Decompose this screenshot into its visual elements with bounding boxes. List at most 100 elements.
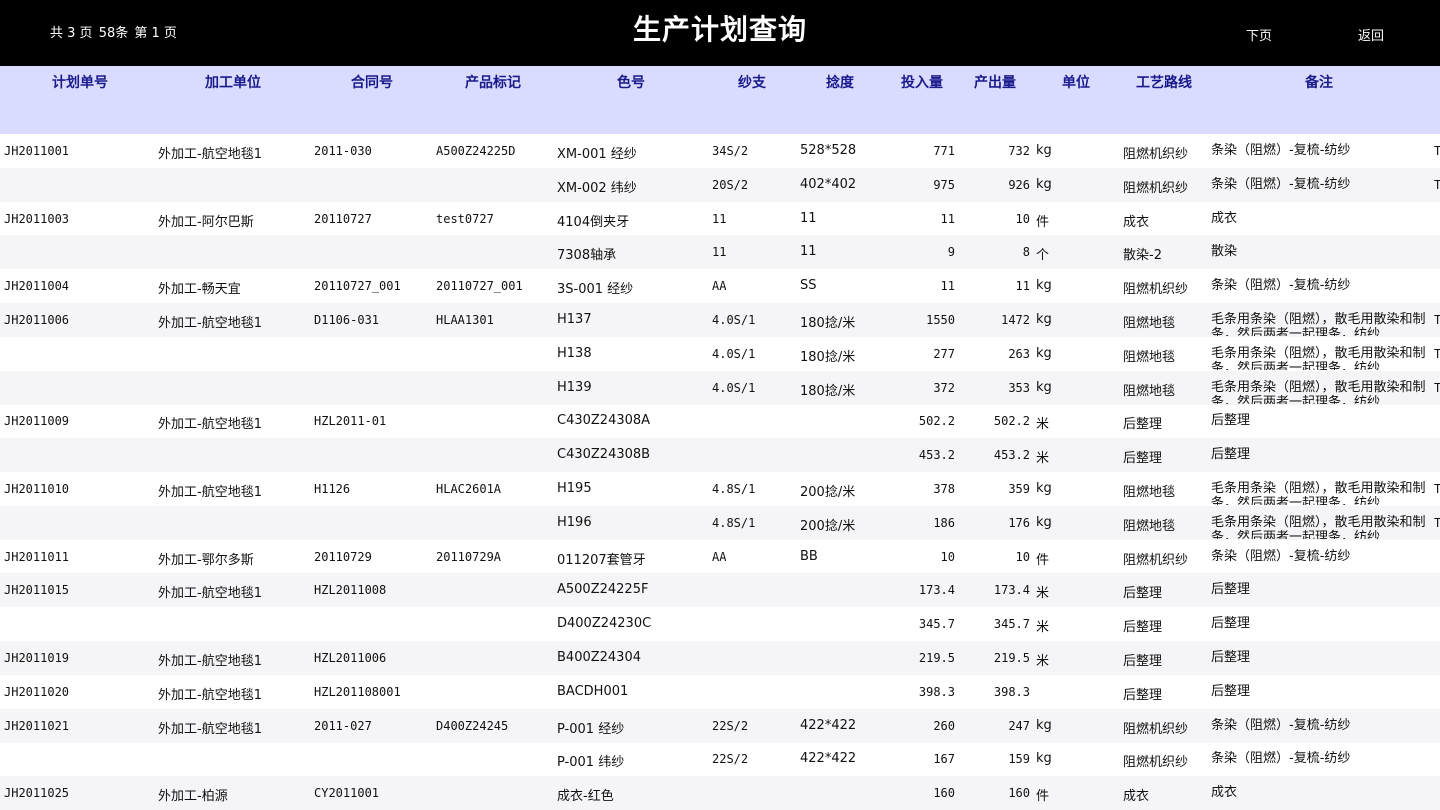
table-row[interactable]: JH2011021 外加工-航空地毯1 2011-027 D400Z24245 P-00… [0, 708, 1440, 743]
cell-color: C430Z24308A [557, 413, 651, 429]
cell-route: 阻燃地毯 [1123, 316, 1176, 331]
column-header-unit[interactable]: 加工单位 [205, 72, 261, 92]
cell-input: 11 [940, 279, 955, 294]
cell-product-mark: HLAC2601A [436, 482, 502, 496]
cell-color: P-001 纬纱 [557, 755, 625, 771]
column-header-input[interactable]: 投入量 [901, 72, 943, 92]
cell-output: 1472 [1001, 313, 1030, 327]
table-body: JH2011001 外加工-航空地毯1 2011-030 A500Z24225D XM-… [0, 134, 1440, 810]
cell-route: 阻燃地毯 [1123, 349, 1176, 365]
cell-remark: 条染（阻燃）-复梳-纺纱 [1211, 751, 1351, 767]
back-button[interactable]: 返回 [1358, 25, 1384, 44]
table-header: 计划单号 加工单位 合同号 产品标记 色号 纱支 捻度 投入量 产出量 单位 工… [0, 66, 1440, 134]
cell-color: H138 [557, 345, 592, 361]
cell-plan-no: JH2011006 [4, 313, 70, 327]
table-row[interactable]: H139 4.0S/1 180捻/米 372 353 kg 阻燃地毯 毛条用条染（阻燃），散毛… [0, 370, 1440, 405]
column-header-remark[interactable]: 备注 [1305, 72, 1333, 92]
cell-input: 10 [940, 549, 955, 564]
cell-color: H139 [557, 379, 592, 395]
cell-contract: H1126 [314, 482, 351, 496]
table-row[interactable]: H138 4.0S/1 180捻/米 277 263 kg 阻燃地毯 毛条用条染（阻燃），散毛… [0, 337, 1440, 371]
cell-uom: kg [1036, 717, 1052, 733]
cell-overflow-column: T [1434, 346, 1440, 361]
column-header-twist[interactable]: 捻度 [826, 72, 854, 92]
next-page-button[interactable]: 下页 [1246, 25, 1272, 44]
table-row[interactable]: XM-002 纬纱 20S/2 402*402 975 926 kg 阻燃机织纱 条染（阻燃）… [0, 167, 1440, 202]
cell-color: A500Z24225F [557, 582, 649, 598]
cell-remark: 条染（阻燃）-复梳-纺纱 [1211, 143, 1351, 158]
cell-yarn-count: 22S/2 [712, 752, 749, 767]
cell-input: 378 [933, 482, 955, 496]
table-row[interactable]: C430Z24308B 453.2 453.2 米 后整理 后整理 [0, 438, 1440, 473]
cell-overflow-column: T [1434, 515, 1440, 530]
table-row[interactable]: JH2011009 外加工-航空地毯1 HZL2011-01 C430Z24308A 5… [0, 404, 1440, 438]
column-header-product-mark[interactable]: 产品标记 [465, 72, 521, 92]
column-header-uom[interactable]: 单位 [1062, 72, 1090, 92]
table-row[interactable]: H196 4.8S/1 200捻/米 186 176 kg 阻燃地毯 毛条用条染（阻燃），散毛… [0, 505, 1440, 540]
cell-remark: 毛条用条染（阻燃），散毛用散染和制条，然后两者一起理条，纺纱 [1211, 379, 1426, 404]
table-row[interactable]: JH2011004 外加工-畅天宜 20110727_001 20110727_001… [0, 269, 1440, 303]
cell-remark: 条染（阻燃）-复梳-纺纱 [1211, 717, 1351, 733]
cell-input: 260 [933, 718, 955, 733]
cell-contract: 20110729 [314, 549, 372, 564]
cell-output: 359 [1008, 482, 1030, 496]
column-header-plan-no[interactable]: 计划单号 [52, 72, 108, 92]
cell-output: 8 [1022, 245, 1030, 260]
table-row[interactable]: JH2011001 外加工-航空地毯1 2011-030 A500Z24225D XM-… [0, 134, 1440, 168]
cell-product-mark: D400Z24245 [436, 718, 509, 733]
column-header-output[interactable]: 产出量 [974, 72, 1016, 92]
cell-twist: 422*422 [800, 717, 857, 733]
table-row[interactable]: D400Z24230C 345.7 345.7 米 后整理 后整理 [0, 607, 1440, 641]
table-row[interactable]: 7308轴承 11 11 9 8 个 散染-2 散染 [0, 235, 1440, 270]
cell-product-mark: HLAA1301 [436, 313, 494, 327]
column-header-contract[interactable]: 合同号 [351, 72, 393, 92]
cell-plan-no: JH2011001 [4, 144, 70, 158]
cell-unit: 外加工-航空地毯1 [158, 654, 262, 669]
cell-remark: 后整理 [1211, 650, 1251, 665]
cell-contract: CY2011001 [314, 786, 380, 801]
cell-uom: kg [1036, 312, 1052, 327]
cell-color: C430Z24308B [557, 447, 651, 463]
cell-input: 167 [933, 752, 955, 767]
cell-yarn-count: 20S/2 [712, 177, 749, 192]
table-row[interactable]: JH2011010 外加工-航空地毯1 H1126 HLAC2601A H195 4.8S… [0, 472, 1440, 506]
cell-twist: 180捻/米 [800, 316, 856, 331]
cell-color: 011207套管牙 [557, 552, 646, 568]
cell-uom: kg [1036, 481, 1052, 496]
column-header-route[interactable]: 工艺路线 [1136, 72, 1192, 92]
cell-route: 阻燃机织纱 [1123, 180, 1189, 196]
column-header-yarn-count[interactable]: 纱支 [738, 72, 766, 92]
cell-output: 247 [1008, 718, 1030, 733]
cell-color: 成衣-红色 [557, 789, 614, 805]
table-row[interactable]: JH2011020 外加工-航空地毯1 HZL201108001 BACDH001 39… [0, 675, 1440, 709]
cell-overflow-column: T [1434, 380, 1440, 395]
cell-remark: 散染 [1211, 244, 1238, 260]
table-row[interactable]: JH2011003 外加工-阿尔巴斯 20110727 test0727 4104倒夹牙… [0, 202, 1440, 236]
column-header-color[interactable]: 色号 [617, 72, 645, 92]
cell-yarn-count: 4.0S/1 [712, 313, 756, 327]
cell-contract: HZL2011-01 [314, 414, 387, 429]
cell-twist: 528*528 [800, 143, 857, 158]
cell-remark: 后整理 [1211, 413, 1251, 429]
cell-plan-no: JH2011020 [4, 684, 70, 699]
cell-unit: 外加工-航空地毯1 [158, 316, 262, 331]
cell-input: 975 [933, 177, 955, 192]
cell-output: 10 [1015, 211, 1030, 226]
table-row[interactable]: JH2011019 外加工-航空地毯1 HZL2011006 B400Z24304 21… [0, 641, 1440, 675]
table-row[interactable]: P-001 纬纱 22S/2 422*422 167 159 kg 阻燃机织纱 条染（阻燃）-… [0, 742, 1440, 776]
cell-unit: 外加工-航空地毯1 [158, 721, 262, 737]
cell-plan-no: JH2011015 [4, 583, 70, 598]
cell-input: 502.2 [918, 414, 955, 429]
table-row[interactable]: JH2011011 外加工-鄂尔多斯 20110729 20110729A 011207… [0, 540, 1440, 574]
cell-yarn-count: 34S/2 [712, 144, 749, 158]
cell-input: 173.4 [918, 583, 955, 598]
cell-route: 成衣 [1123, 214, 1150, 230]
cell-route: 阻燃机织纱 [1123, 147, 1189, 162]
table-row[interactable]: JH2011006 外加工-航空地毯1 D1106-031 HLAA1301 H137 4… [0, 303, 1440, 337]
table-row[interactable]: JH2011025 外加工-柏源 CY2011001 成衣-红色 160 160 件 成衣 成衣 [0, 776, 1440, 810]
cell-yarn-count: 4.8S/1 [712, 515, 756, 530]
cell-plan-no: JH2011004 [4, 279, 70, 294]
table-row[interactable]: JH2011015 外加工-航空地毯1 HZL2011008 A500Z24225F 1… [0, 573, 1440, 608]
page-title: 生产计划查询 [632, 13, 807, 46]
cell-plan-no: JH2011021 [4, 718, 70, 733]
